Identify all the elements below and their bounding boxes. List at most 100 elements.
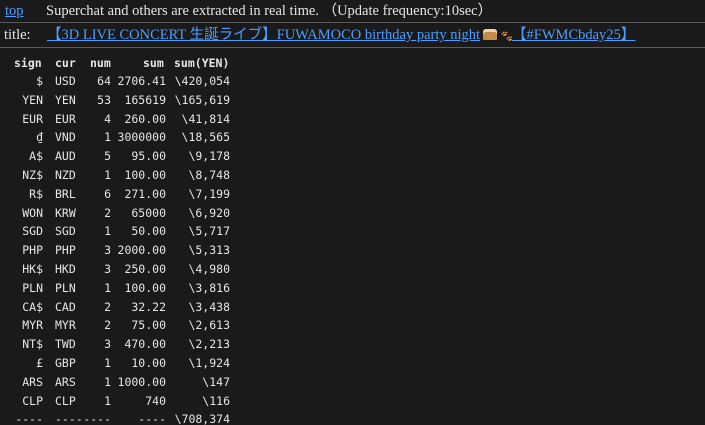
top-bar: top Superchat and others are extracted i…: [0, 0, 705, 23]
cell-sum-yen: \3,816: [188, 280, 230, 295]
header-sum: sum: [143, 56, 164, 70]
cell-cur: SGD: [55, 224, 76, 239]
table-row: $ USD 64 2706.41 \420,054: [0, 72, 705, 90]
cell-sign: EUR: [22, 111, 43, 126]
table-row: ARS ARS 1 1000.00 \147: [0, 373, 705, 391]
cell-num: 2: [104, 205, 111, 220]
top-link[interactable]: top: [5, 0, 24, 22]
cell-sum: 2000.00: [117, 243, 166, 258]
cell-cur: CAD: [55, 299, 76, 314]
cell-cur: HKD: [55, 262, 76, 276]
cell-sign: MYR: [22, 318, 43, 333]
title-bar: title: 【3D LIVE CONCERT 生誕ライブ】FUWAMOCO b…: [0, 23, 705, 48]
cell-sum-yen: \7,199: [188, 186, 230, 201]
cell-sign: ₫: [36, 130, 43, 145]
cell-sum: 100.00: [124, 168, 166, 182]
table-header: sign cur num sum sum(YEN): [0, 54, 705, 72]
cell-cur: PHP: [55, 243, 76, 258]
table-row: NZ$ NZD 1 100.00 \8,748: [0, 166, 705, 184]
cell-sign: £: [36, 356, 43, 370]
cell-sum-yen: \147: [202, 374, 230, 389]
cake-icon: [483, 29, 498, 40]
cell-cur: TWD: [55, 337, 76, 352]
cell-num: 2: [104, 318, 111, 333]
table-row: PHP PHP 3 2000.00 \5,313: [0, 241, 705, 259]
cell-cur: ARS: [55, 374, 76, 389]
cell-sign: CLP: [22, 393, 43, 408]
cell-cur: MYR: [55, 318, 76, 333]
cell-sign: ----: [15, 412, 43, 425]
table-footer: ---- ---- ---- ---- \708,374: [0, 410, 705, 425]
cell-sum-yen: \2,613: [188, 318, 230, 333]
cell-sign: WON: [22, 205, 43, 220]
cell-sum: 10.00: [131, 356, 166, 370]
cell-sign: YEN: [22, 92, 43, 107]
cell-sum: 740: [145, 393, 166, 408]
cell-sum: 260.00: [124, 111, 166, 126]
cell-cur: ----: [55, 412, 83, 425]
cell-cur: BRL: [55, 186, 76, 201]
cell-sum: 470.00: [124, 337, 166, 352]
table-row: R$ BRL 6 271.00 \7,199: [0, 185, 705, 203]
cell-sum-yen: \2,213: [188, 337, 230, 352]
cell-num: 1: [104, 130, 111, 145]
cell-cur: VND: [55, 130, 76, 145]
cell-num: 1: [104, 356, 111, 370]
cell-sign: HK$: [22, 262, 43, 276]
title-link-suffix: 【#FWMCbday25】: [512, 27, 636, 43]
cell-sum-yen: \420,054: [174, 74, 230, 88]
cell-sum: 250.00: [124, 262, 166, 276]
cell-num: 6: [104, 186, 111, 201]
cell-sum: 75.00: [131, 318, 166, 333]
cell-cur: CLP: [55, 393, 76, 408]
cell-num: 1: [104, 168, 111, 182]
cell-sum: ----: [138, 412, 166, 425]
cell-sum-yen: \8,748: [188, 168, 230, 182]
cell-sign: NT$: [22, 337, 43, 352]
cell-sum-yen: \4,980: [188, 262, 230, 276]
table-row: A$ AUD 5 95.00 \9,178: [0, 147, 705, 165]
paw-icon: 🐾︎: [500, 31, 515, 43]
cell-sum: 65000: [131, 205, 166, 220]
cell-cur: GBP: [55, 356, 76, 370]
cell-num: 1: [104, 280, 111, 295]
cell-sign: PLN: [22, 280, 43, 295]
cell-sum-yen: \5,717: [188, 224, 230, 239]
table-row: CLP CLP 1 740 \116: [0, 392, 705, 410]
table-row: CA$ CAD 2 32.22 \3,438: [0, 298, 705, 316]
cell-sum: 100.00: [124, 280, 166, 295]
table-row: SGD SGD 1 50.00 \5,717: [0, 222, 705, 240]
cell-num: 64: [97, 74, 111, 88]
cell-num: ----: [83, 412, 111, 425]
cell-num: 1: [104, 374, 111, 389]
cell-sign: ARS: [22, 374, 43, 389]
title-link-text: 【3D LIVE CONCERT 生誕ライブ】FUWAMOCO birthday…: [47, 27, 481, 43]
cell-num: 2: [104, 299, 111, 314]
title-link[interactable]: 【3D LIVE CONCERT 生誕ライブ】FUWAMOCO birthday…: [47, 23, 635, 47]
cell-cur: PLN: [55, 280, 76, 295]
table-row: £ GBP 1 10.00 \1,924: [0, 354, 705, 372]
title-label: title:: [4, 27, 31, 43]
cell-sum-yen: \1,924: [188, 356, 230, 370]
header-sum-yen: sum(YEN): [174, 56, 230, 70]
cell-num: 4: [104, 111, 111, 126]
cell-num: 53: [97, 92, 111, 107]
table-row: HK$ HKD 3 250.00 \4,980: [0, 260, 705, 278]
table-row: EUR EUR 4 260.00 \41,814: [0, 110, 705, 128]
table-row: MYR MYR 2 75.00 \2,613: [0, 316, 705, 334]
table-row: WON KRW 2 65000 \6,920: [0, 204, 705, 222]
table-row: NT$ TWD 3 470.00 \2,213: [0, 335, 705, 353]
superchat-table: sign cur num sum sum(YEN) $ USD 64 2706.41 \…: [0, 48, 705, 425]
cell-sum-yen: \5,313: [188, 243, 230, 258]
cell-sum-yen: \18,565: [181, 130, 230, 145]
cell-num: 5: [104, 149, 111, 164]
cell-sum-yen: \9,178: [188, 149, 230, 164]
cell-sum-yen: \165,619: [174, 92, 230, 107]
cell-num: 1: [104, 224, 111, 239]
cell-num: 1: [104, 393, 111, 408]
cell-sum: 271.00: [124, 186, 166, 201]
cell-sum-yen: \3,438: [188, 299, 230, 314]
cell-sum: 1000.00: [117, 374, 166, 389]
cell-cur: YEN: [55, 92, 76, 107]
update-message: Superchat and others are extracted in re…: [46, 3, 493, 19]
